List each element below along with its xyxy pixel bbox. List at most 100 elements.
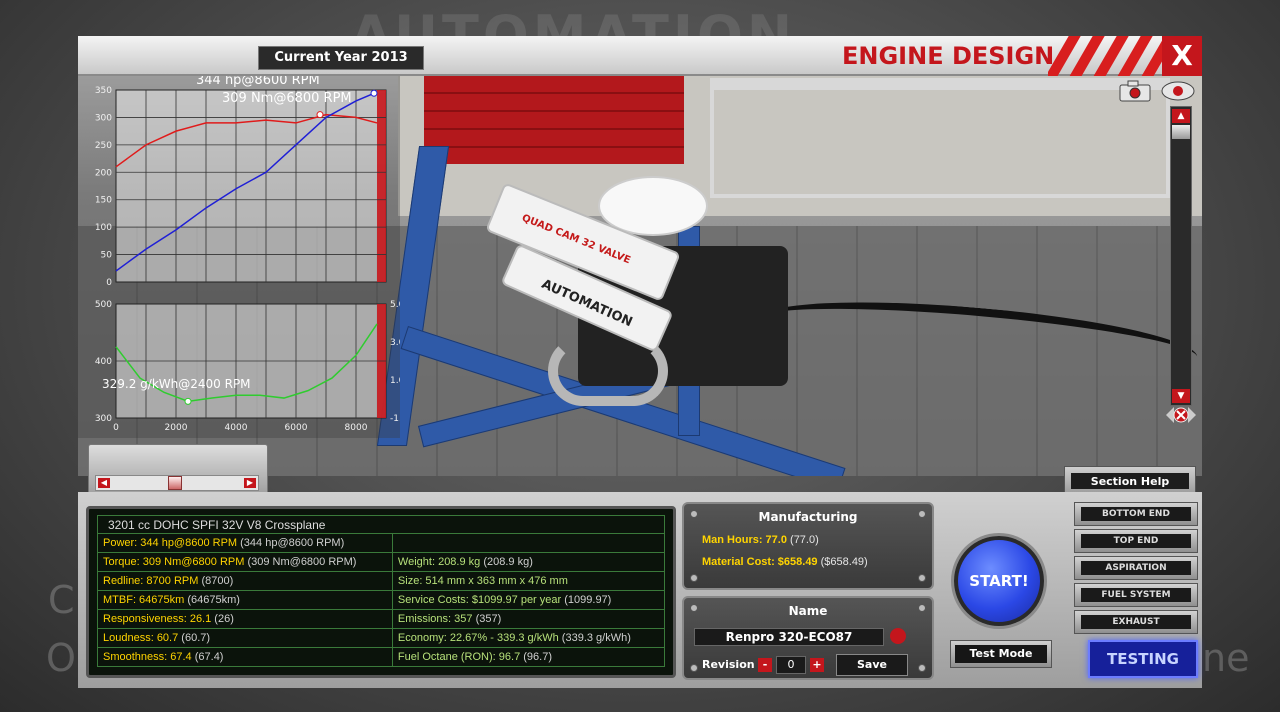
nav-item-label: FUEL SYSTEM — [1081, 588, 1191, 602]
stats-cell-right: Service Costs: $1099.97 per year (1099.9… — [391, 590, 666, 610]
man-hours-value: (77.0) — [790, 534, 819, 546]
chart-range-slider[interactable]: ◀ ▶ — [88, 444, 268, 498]
nav-aspiration-button[interactable]: ASPIRATION — [1074, 556, 1198, 580]
peak-power-annotation: 344 hp@8600 RPM — [196, 76, 320, 88]
current-year-label: Current Year 2013 — [258, 46, 424, 70]
start-button[interactable]: START! — [954, 536, 1044, 626]
nav-top-end-button[interactable]: TOP END — [1074, 529, 1198, 553]
nav-item-label: TOP END — [1081, 534, 1191, 548]
stat-value: (26) — [214, 613, 234, 625]
man-hours-row: Man Hours: 77.0 (77.0) — [702, 534, 819, 546]
stats-cell-right — [391, 533, 666, 553]
stats-cell-left: Torque: 309 Nm@6800 RPM (309 Nm@6800 RPM… — [97, 552, 393, 572]
stat-label: MTBF: 64675km — [103, 594, 185, 606]
slider-track[interactable]: ◀ ▶ — [95, 475, 259, 491]
save-button[interactable]: Save — [836, 654, 908, 676]
zoom-out-icon[interactable]: ▼ — [1172, 389, 1190, 403]
stat-label: Weight: 208.9 kg — [397, 556, 481, 568]
stats-row: Smoothness: 67.4 (67.4) Fuel Octane (RON)… — [97, 647, 666, 667]
material-cost-value: ($658.49) — [820, 556, 868, 568]
test-mode-label: Test Mode — [955, 645, 1047, 663]
stat-value: (67.4) — [194, 651, 224, 663]
material-cost-row: Material Cost: $658.49 ($658.49) — [702, 556, 868, 568]
stats-cell-right: Size: 514 mm x 363 mm x 476 mm — [391, 571, 666, 591]
stats-cell-left: Smoothness: 67.4 (67.4) — [97, 647, 393, 667]
revision-value: 0 — [776, 656, 806, 674]
stat-label: Responsiveness: 26.1 — [103, 613, 212, 625]
y2-tick-label: 1.0 — [390, 376, 400, 386]
zoom-thumb[interactable] — [1172, 125, 1190, 139]
name-title: Name — [788, 604, 828, 618]
slider-right-arrow-icon[interactable]: ▶ — [244, 478, 256, 488]
screw-decoration — [918, 574, 926, 582]
y-tick-label: 50 — [101, 251, 113, 261]
x-tick-label: 2000 — [165, 423, 188, 433]
test-mode-button[interactable]: Test Mode — [950, 640, 1052, 668]
stat-label: Redline: 8700 RPM — [103, 575, 199, 587]
stats-row: MTBF: 64675km (64675km) Service Costs: $1… — [97, 590, 666, 610]
stat-label: Emissions: 357 — [397, 613, 473, 625]
stat-value: (357) — [475, 613, 502, 625]
tool-cabinet — [424, 76, 684, 164]
stats-cell-right: Weight: 208.9 kg (208.9 kg) — [391, 552, 666, 572]
man-hours-label: Man Hours: 77.0 — [702, 534, 787, 546]
revision-increment-button[interactable]: + — [810, 658, 824, 672]
stat-value: (1099.97) — [564, 594, 612, 606]
title-bar: Current Year 2013 ENGINE DESIGN X — [78, 36, 1202, 76]
y-tick-label: 200 — [95, 168, 112, 178]
stat-label: Service Costs: $1099.97 per year — [397, 594, 562, 606]
y-tick-label: 500 — [95, 300, 112, 310]
zoom-in-icon[interactable]: ▲ — [1172, 109, 1190, 123]
y-tick-label: 300 — [95, 414, 112, 424]
engine-headline: 3201 cc DOHC SPFI 32V V8 Crossplane — [97, 515, 665, 533]
peak-torque-marker — [316, 111, 324, 119]
best-economy-annotation: 329.2 g/kWh@2400 RPM — [102, 377, 251, 391]
background-ghost-text: O — [46, 636, 76, 680]
slider-left-arrow-icon[interactable]: ◀ — [98, 478, 110, 488]
camera-icon[interactable] — [1118, 80, 1154, 102]
best-economy-marker — [184, 397, 192, 405]
revision-decrement-button[interactable]: - — [758, 658, 772, 672]
nav-exhaust-button[interactable]: EXHAUST — [1074, 610, 1198, 634]
y-tick-label: 150 — [95, 196, 112, 206]
stat-value: (309 Nm@6800 RPM) — [247, 556, 357, 568]
screw-decoration — [918, 664, 926, 672]
background-ghost-text: C — [48, 578, 75, 622]
exhaust-headers — [548, 336, 668, 406]
stat-value: (64675km) — [187, 594, 240, 606]
y-tick-label: 350 — [95, 86, 112, 96]
stats-table: Power: 344 hp@8600 RPM (344 hp@8600 RPM)… — [97, 533, 666, 667]
y-tick-label: 0 — [106, 278, 112, 288]
zoom-scrollbar[interactable]: ▲ ▼ — [1170, 106, 1192, 406]
nav-testing-button[interactable]: TESTING — [1088, 640, 1198, 678]
stat-label: Loudness: 60.7 — [103, 632, 179, 644]
stats-cell-right: Economy: 22.67% - 339.3 g/kWh (339.3 g/k… — [391, 628, 666, 648]
name-panel: Name Renpro 320-ECO87 Revision - 0 + Sav… — [682, 596, 934, 680]
y-tick-label: 100 — [95, 223, 112, 233]
stat-label: Fuel Octane (RON): 96.7 — [397, 651, 521, 663]
stat-value: (8700) — [201, 575, 234, 587]
page-title: ENGINE DESIGN — [842, 42, 1055, 70]
y-tick-label: 250 — [95, 141, 112, 151]
reset-view-icon[interactable] — [1164, 402, 1198, 428]
section-help-label: Section Help — [1071, 473, 1189, 489]
redline-zone — [377, 90, 386, 282]
y-tick-label: 400 — [95, 357, 112, 367]
engine-design-window: Current Year 2013 ENGINE DESIGN X QUAD C… — [78, 36, 1202, 688]
stats-row: Torque: 309 Nm@6800 RPM (309 Nm@6800 RPM… — [97, 552, 666, 572]
stats-cell-right: Emissions: 357 (357) — [391, 609, 666, 629]
slider-knob[interactable] — [168, 476, 182, 490]
engine-name-field[interactable]: Renpro 320-ECO87 — [694, 628, 884, 646]
close-button[interactable]: X — [1162, 36, 1202, 76]
eye-icon[interactable] — [1160, 80, 1196, 102]
nav-bottom-end-button[interactable]: BOTTOM END — [1074, 502, 1198, 526]
engine-model[interactable]: QUAD CAM 32 VALVE AUTOMATION — [478, 176, 798, 406]
chart-plot-area — [115, 89, 387, 283]
stats-cell-left: Loudness: 60.7 (60.7) — [97, 628, 393, 648]
stat-label: Power: 344 hp@8600 RPM — [103, 537, 238, 549]
stat-value: (339.3 g/kWh) — [561, 632, 631, 644]
clear-name-icon[interactable] — [890, 628, 906, 644]
stats-cell-left: MTBF: 64675km (64675km) — [97, 590, 393, 610]
stats-row: Responsiveness: 26.1 (26) Emissions: 357 … — [97, 609, 666, 629]
nav-fuel-system-button[interactable]: FUEL SYSTEM — [1074, 583, 1198, 607]
